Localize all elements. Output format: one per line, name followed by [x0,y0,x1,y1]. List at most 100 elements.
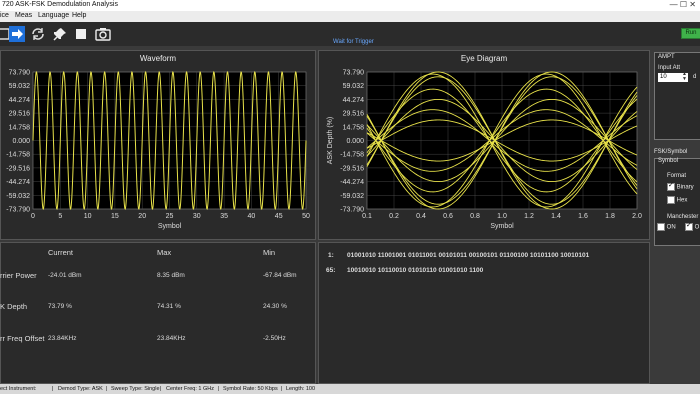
freq-offset-min: -2.50Hz [263,335,286,342]
x-tick-label: 0.1 [362,213,372,220]
x-axis-label: Symbol [490,223,514,230]
x-tick-label: 35 [220,213,228,220]
symbol-group: Symbol Format Binary Hex Manchester ON O [654,158,700,246]
binary-checkbox[interactable] [667,181,675,191]
x-tick-label: 30 [193,213,201,220]
status-separator: | [52,386,54,392]
y-tick-label: 14.758 [343,124,365,131]
x-tick-label: 45 [275,213,283,220]
eye-diagram-chart: 73.790 59.032 44.274 29.516 14.758 0.000 -14.7… [327,70,642,231]
manchester-on-checkbox[interactable] [657,223,665,231]
status-demod: Demod Type: ASK [58,386,103,392]
waveform-chart: 73.790 59.032 44.274 29.516 14.758 0.000 -14.7… [6,70,310,231]
manchester-on-label: ON [666,224,676,231]
bits-index-1: 1: [328,252,334,259]
status-center-freq: Center Freq: 1 GHz [166,386,214,392]
y-tick-label: -59.032 [6,193,30,200]
manchester-off-option[interactable]: O [685,221,699,231]
stop-icon[interactable] [73,26,89,42]
header-max: Max [157,248,172,257]
x-tick-label: 15 [111,213,119,220]
bits-row-2: 10010010 10110010 01010110 01001010 1100 [347,267,484,274]
eye-diagram-panel: Eye Diagram 73.790 59.032 44.274 29.516 14.7… [318,50,650,240]
status-separator: | [281,386,283,392]
input-att-value: 10 [660,74,667,80]
x-tick-label: 0 [31,213,35,220]
freq-offset-current: 23.84KHz [48,335,77,342]
x-tick-label: 50 [302,213,310,220]
status-separator: | [160,386,162,392]
x-tick-label: 0.4 [416,213,426,220]
hex-label: Hex [676,197,688,204]
stepper-icon[interactable]: ▲ ▼ [682,72,687,82]
x-tick-label: 20 [138,213,146,220]
window-title: 720 ASK-FSK Demodulation Analysis [2,1,118,8]
y-tick-label: 0.000 [12,138,30,145]
arrow-right-icon[interactable] [9,26,25,42]
symbol-title: Symbol [658,158,679,164]
camera-icon[interactable] [95,26,111,42]
y-tick-label: 0.000 [346,138,364,145]
binary-label: Binary [676,184,694,191]
x-tick-label: 1.8 [605,213,615,220]
y-tick-label: 59.032 [9,83,31,90]
ask-depth-label: K Depth [0,302,28,311]
y-tick-label: 73.790 [343,70,365,77]
status-sweep: Sweep Type: Single [111,386,160,392]
menu-language[interactable]: Language [38,12,69,19]
y-tick-label: -29.516 [6,165,30,172]
hex-checkbox[interactable] [667,196,675,204]
refresh-icon[interactable] [30,26,46,42]
y-tick-label: 29.516 [343,111,365,118]
menu-meas[interactable]: Meas [15,12,32,19]
hex-option[interactable]: Hex [667,196,687,204]
ask-depth-min: 24.30 % [263,303,287,310]
menu-bar: ice Meas Language Help [0,11,700,22]
status-length: Length: 100 [286,386,316,392]
y-tick-label: -73.790 [6,207,30,214]
input-att-label: Input Att [658,65,681,71]
bits-row-1: 01001010 11001001 01011001 00101011 0010… [347,252,590,259]
y-tick-label: 73.790 [9,70,31,77]
format-label: Format [667,173,687,179]
ask-depth-max: 74.31 % [157,303,181,310]
carrier-power-min: -67.84 dBm [263,272,297,279]
window-controls[interactable]: — ☐ ✕ [670,0,696,9]
symbol-bits-panel [318,242,650,384]
y-tick-label: 14.758 [9,124,31,131]
carrier-power-current: -24.01 dBm [48,272,82,279]
x-tick-label: 25 [166,213,174,220]
header-current: Current [48,248,74,257]
binary-option[interactable]: Binary [667,181,694,191]
y-tick-label: -14.758 [340,152,364,159]
fsk-symbol-title: FSK/Symbol [654,149,688,155]
x-tick-label: 1.2 [524,213,534,220]
y-axis-label: ASK Depth (%) [327,117,334,164]
ask-depth-current: 73.79 % [48,303,72,310]
y-tick-label: -44.274 [6,179,30,186]
y-tick-label: 44.274 [343,97,365,104]
manchester-on-option[interactable]: ON [657,223,676,231]
x-tick-label: 0.6 [443,213,453,220]
title-bar: 720 ASK-FSK Demodulation Analysis — ☐ ✕ [0,0,700,11]
x-tick-label: 1.0 [497,213,507,220]
ampt-group: AMPT Input Att 10 ▲ ▼ d [654,52,700,140]
x-tick-label: 0.2 [389,213,399,220]
y-tick-label: -59.032 [340,193,364,200]
x-tick-label: 2.0 [632,213,642,220]
input-att-field[interactable]: 10 ▲ ▼ [658,72,688,82]
input-att-unit: d [693,74,697,80]
pin-icon[interactable] [52,26,68,42]
y-tick-label: -29.516 [340,165,364,172]
freq-offset-max: 23.84KHz [157,335,186,342]
y-tick-label: -14.758 [6,152,30,159]
freq-offset-label: rr Freq Offset [0,334,45,343]
y-tick-label: -44.274 [340,179,364,186]
x-tick-label: 40 [248,213,256,220]
y-tick-label: 44.274 [9,97,31,104]
measurement-panel [0,242,316,384]
manchester-off-checkbox[interactable] [685,221,693,231]
run-button[interactable]: Run [681,28,700,39]
menu-help[interactable]: Help [72,12,86,19]
menu-device[interactable]: ice [0,12,9,19]
